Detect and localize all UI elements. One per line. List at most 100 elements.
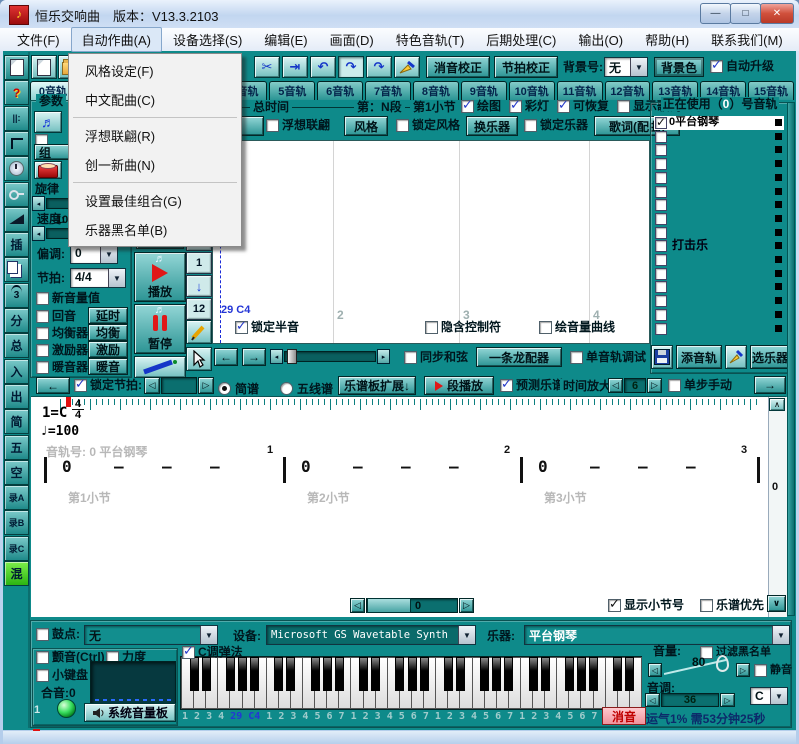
hscroll-left-button[interactable]: ◁ xyxy=(350,598,365,613)
black-key[interactable] xyxy=(395,657,404,691)
black-key[interactable] xyxy=(613,657,622,691)
menu-item[interactable]: 浮想联翩(R) xyxy=(69,121,241,150)
sidebar-wuxianpu[interactable]: 五 xyxy=(4,435,29,460)
mute-correction-button[interactable]: 消音校正 xyxy=(426,56,490,78)
track-row[interactable] xyxy=(654,198,784,212)
checkbox-icon[interactable] xyxy=(655,186,667,198)
sidebar-rec-b[interactable]: 录B xyxy=(4,510,29,535)
black-key[interactable] xyxy=(565,657,574,691)
black-key[interactable] xyxy=(480,657,489,691)
pause-button[interactable]: ♬ 暂停 xyxy=(134,304,186,354)
chevron-down-icon[interactable]: ▼ xyxy=(772,626,789,644)
menubar-item[interactable]: 注册 xyxy=(794,27,799,52)
segment-play-button[interactable]: 段播放 xyxy=(424,376,494,395)
black-key[interactable] xyxy=(190,657,199,691)
checkbox-icon[interactable] xyxy=(655,268,667,280)
background-no-select[interactable]: 无▼ xyxy=(604,57,648,77)
checkbox-icon[interactable] xyxy=(655,144,667,156)
menubar-item[interactable]: 联系我们(M) xyxy=(700,27,794,52)
single-step-checkbox[interactable]: 单步手动 xyxy=(668,379,732,392)
menubar-item[interactable]: 输出(O) xyxy=(567,27,634,52)
checkbox-icon[interactable] xyxy=(655,158,667,170)
instrument-select[interactable]: 平台钢琴▼ xyxy=(524,625,790,645)
chevron-down-icon[interactable]: ▼ xyxy=(100,245,117,263)
save-track-button[interactable] xyxy=(651,345,673,369)
right-scroll-strip[interactable] xyxy=(787,102,795,616)
black-key[interactable] xyxy=(226,657,235,691)
track-row[interactable] xyxy=(654,143,784,157)
small-keyboard-checkbox[interactable]: 小键盘 xyxy=(36,669,88,682)
lock-beat-checkbox[interactable]: 锁定节拍: xyxy=(74,379,142,392)
one-dragon-orchestration-button[interactable]: 一条龙配器 xyxy=(476,347,562,367)
sidebar-in[interactable]: 入 xyxy=(4,359,29,384)
play-button[interactable]: ♬ 播放 xyxy=(134,252,186,302)
volume-down-button[interactable]: ◁ xyxy=(648,663,662,677)
black-key[interactable] xyxy=(371,657,380,691)
spin-box[interactable]: ↓ xyxy=(186,275,212,297)
track-row[interactable]: 0平台钢琴 xyxy=(654,116,784,130)
black-key[interactable] xyxy=(444,657,453,691)
track-row[interactable] xyxy=(654,308,784,322)
mute-button[interactable]: 消音 xyxy=(602,707,646,725)
menubar-item[interactable]: 后期处理(C) xyxy=(475,27,567,52)
score-right-button[interactable]: → xyxy=(754,376,786,394)
black-key[interactable] xyxy=(408,657,417,691)
checkbox-icon[interactable] xyxy=(655,281,667,293)
checkbox-icon[interactable] xyxy=(655,309,667,321)
checkbox-icon[interactable] xyxy=(655,323,667,335)
sidebar-empty[interactable]: 空 xyxy=(4,460,29,485)
score-left-button[interactable]: ← xyxy=(36,377,70,394)
menubar-item[interactable]: 设备选择(S) xyxy=(162,27,253,52)
vscroll-up-button[interactable]: ∧ xyxy=(769,398,785,411)
track-row[interactable] xyxy=(654,171,784,185)
sync-chord-checkbox[interactable]: 同步和弦 xyxy=(404,351,468,364)
spin-box[interactable]: 1 xyxy=(186,252,212,274)
checkbox-icon[interactable] xyxy=(655,213,667,225)
track-row[interactable] xyxy=(654,322,784,336)
track-row[interactable] xyxy=(654,185,784,199)
black-key[interactable] xyxy=(323,657,332,691)
detune-select[interactable]: 0▼ xyxy=(70,244,118,264)
sidebar-clock[interactable] xyxy=(4,156,29,181)
激励-button[interactable]: 激励 xyxy=(88,341,128,358)
menubar-item[interactable]: 编辑(E) xyxy=(253,27,318,52)
track-row[interactable] xyxy=(654,212,784,226)
score-priority-checkbox[interactable]: 乐谱优先 xyxy=(700,599,764,612)
redo-dot-button[interactable]: ↷ xyxy=(366,56,392,78)
predict-score-checkbox[interactable]: 预测乐谱 xyxy=(500,379,564,392)
opt-2-checkbox[interactable]: 均衡器 xyxy=(36,327,88,340)
scroll-left-button[interactable]: ← xyxy=(214,348,238,366)
menubar-item[interactable]: 文件(F) xyxy=(6,27,71,52)
track-row[interactable] xyxy=(654,157,784,171)
menu-item[interactable]: 乐器黑名单(B) xyxy=(69,215,241,244)
scroll-right-button[interactable]: → xyxy=(242,348,266,366)
menu-item[interactable]: 设置最佳组合(G) xyxy=(69,186,241,215)
checkbox-icon[interactable] xyxy=(655,227,667,239)
pencil-tool-button[interactable] xyxy=(186,320,212,344)
system-volume-button[interactable]: 系统音量板 xyxy=(84,703,176,722)
checkbox-icon[interactable] xyxy=(655,240,667,252)
menu-item[interactable]: 风格设定(F) xyxy=(69,56,241,85)
single-track-debug-checkbox[interactable]: 单音轨调试 xyxy=(570,351,646,364)
redo-button[interactable]: ↷ xyxy=(338,56,364,78)
black-key[interactable] xyxy=(589,657,598,691)
minimize-button[interactable]: — xyxy=(700,3,731,24)
延时-button[interactable]: 延时 xyxy=(88,307,128,324)
draw-volume-curve-checkbox[interactable]: 绘音量曲线 xyxy=(539,321,615,334)
fancy-checkbox[interactable]: 浮想联翩 xyxy=(266,119,330,132)
track-row[interactable] xyxy=(654,267,784,281)
menu-item[interactable]: 中文配曲(C) xyxy=(69,85,241,114)
cursor-tool-button[interactable] xyxy=(186,347,212,371)
sidebar-rec-c[interactable]: 录C xyxy=(4,536,29,561)
beat-prev-button[interactable]: ◁ xyxy=(144,377,160,394)
vscroll-down-button[interactable]: ∨ xyxy=(767,595,786,612)
lock-instrument-checkbox[interactable]: 锁定乐器 xyxy=(524,119,588,132)
black-key[interactable] xyxy=(359,657,368,691)
menubar-item[interactable]: 帮助(H) xyxy=(634,27,700,52)
mute-checkbox[interactable]: 静音 xyxy=(754,664,792,677)
beat-next-button[interactable]: ▷ xyxy=(198,377,214,394)
black-key[interactable] xyxy=(529,657,538,691)
track-tab[interactable]: 8音轨 xyxy=(413,81,459,100)
black-key[interactable] xyxy=(504,657,513,691)
beat-select[interactable]: 4/4▼ xyxy=(70,268,126,288)
